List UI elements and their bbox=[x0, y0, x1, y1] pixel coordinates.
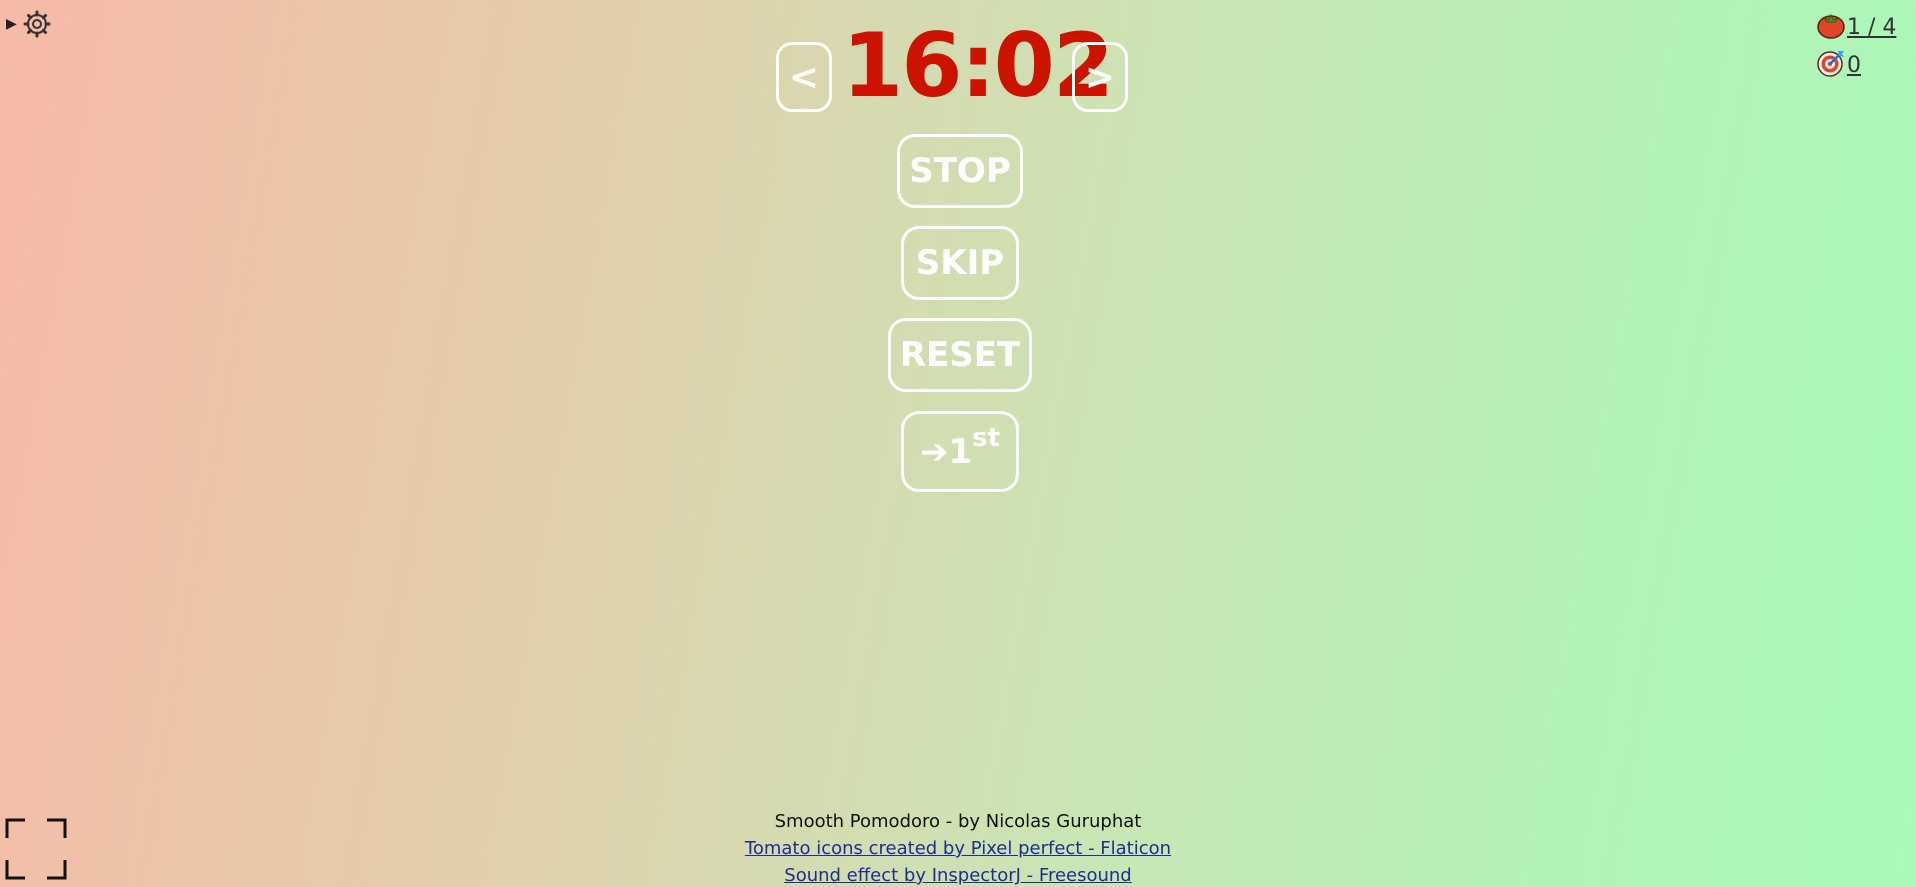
triangle-right-icon[interactable]: ▶ bbox=[6, 17, 17, 31]
pomodoro-count-link[interactable]: 1 / 4 bbox=[1847, 15, 1896, 40]
icons-credit-link[interactable]: Tomato icons created by Pixel perfect - … bbox=[745, 838, 1171, 859]
previous-phase-button[interactable]: < bbox=[776, 42, 832, 112]
timer-display: 16:02 bbox=[842, 14, 1114, 117]
tomato-icon bbox=[1816, 10, 1846, 44]
sound-credit-link[interactable]: Sound effect by InspectorJ - Freesound bbox=[784, 865, 1131, 886]
timer-row: < 16:02 > bbox=[776, 20, 1128, 112]
footer: Smooth Pomodoro - by Nicolas Guruphat To… bbox=[0, 808, 1916, 887]
stop-button[interactable]: STOP bbox=[897, 134, 1023, 208]
goal-counter: 0 bbox=[1816, 46, 1916, 84]
settings-area: ▶ bbox=[6, 10, 51, 38]
go-to-first-suffix: st bbox=[972, 422, 1001, 453]
stats-panel: 1 / 4 0 bbox=[1816, 8, 1916, 84]
skip-button[interactable]: SKIP bbox=[901, 226, 1019, 300]
target-icon bbox=[1816, 48, 1846, 82]
gear-icon[interactable] bbox=[23, 10, 51, 38]
go-to-first-button[interactable]: ➔1 st bbox=[901, 411, 1019, 492]
next-phase-button[interactable]: > bbox=[1072, 42, 1128, 112]
reset-button[interactable]: RESET bbox=[888, 318, 1032, 392]
go-to-first-label: ➔1 bbox=[919, 431, 973, 472]
pomodoro-counter: 1 / 4 bbox=[1816, 8, 1916, 46]
goal-count-link[interactable]: 0 bbox=[1847, 53, 1861, 78]
footer-credit: Smooth Pomodoro - by Nicolas Guruphat bbox=[774, 811, 1142, 832]
